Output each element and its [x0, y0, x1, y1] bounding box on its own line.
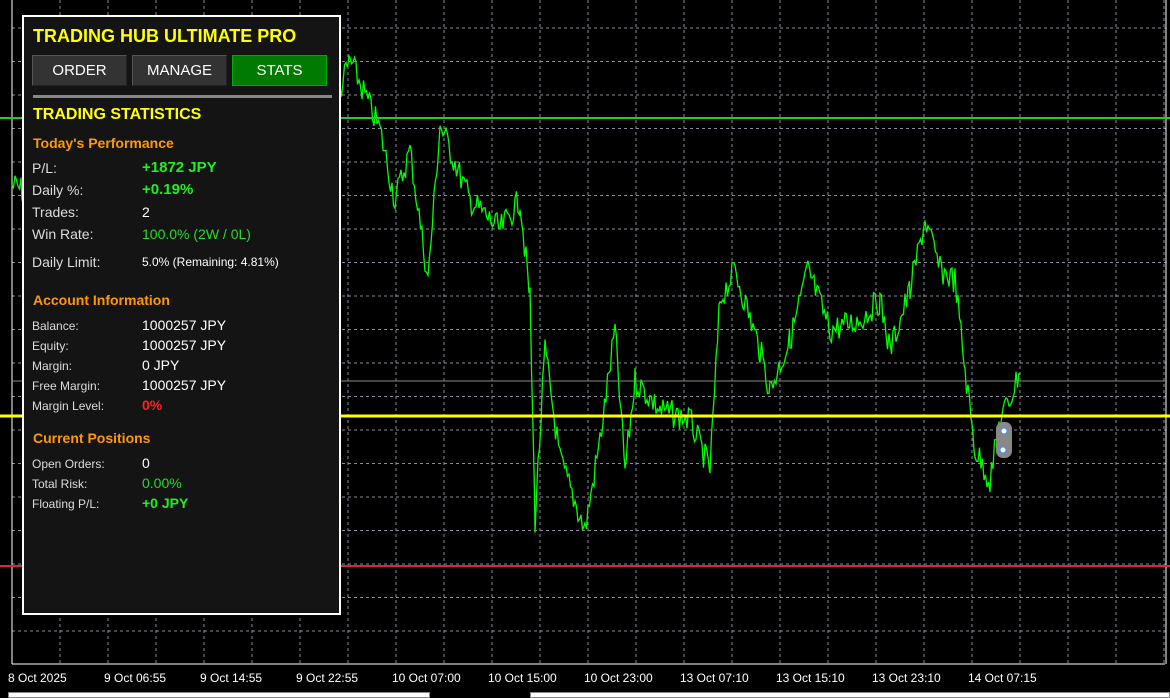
daily-limit-value: 5.0% (Remaining: 4.81%) — [142, 255, 279, 269]
time-axis-label: 9 Oct 22:55 — [296, 671, 359, 685]
daily-limit-label: Daily Limit: — [32, 254, 101, 270]
total-risk-label: Total Risk: — [32, 477, 88, 491]
trading-hub-panel: TRADING HUB ULTIMATE PRO ORDER MANAGE ST… — [22, 15, 341, 615]
win-rate-label: Win Rate: — [32, 226, 94, 242]
trade-marker-icon — [996, 422, 1012, 458]
margin-level-value: 0% — [142, 397, 163, 413]
tab-order[interactable]: ORDER — [32, 55, 127, 86]
time-axis-label: 10 Oct 07:00 — [392, 671, 461, 685]
pl-label: P/L: — [32, 160, 57, 176]
today-performance-header: Today's Performance — [33, 135, 174, 151]
current-positions-header: Current Positions — [33, 430, 151, 446]
daily-pct-label: Daily %: — [32, 182, 84, 198]
free-margin-value: 1000257 JPY — [142, 377, 227, 393]
time-axis-label: 13 Oct 07:10 — [680, 671, 749, 685]
time-axis-label: 9 Oct 14:55 — [200, 671, 263, 685]
time-axis-label: 13 Oct 15:10 — [776, 671, 845, 685]
time-axis-label: 14 Oct 07:15 — [968, 671, 1037, 685]
floating-pl-value: +0 JPY — [142, 495, 189, 511]
equity-label: Equity: — [32, 339, 69, 353]
time-axis-label: 10 Oct 15:00 — [488, 671, 557, 685]
open-orders-label: Open Orders: — [32, 457, 105, 471]
pl-value: +1872 JPY — [142, 159, 217, 176]
free-margin-label: Free Margin: — [32, 379, 101, 393]
balance-label: Balance: — [32, 319, 79, 333]
account-info-header: Account Information — [33, 292, 170, 308]
margin-label: Margin: — [32, 359, 73, 373]
margin-level-label: Margin Level: — [32, 399, 105, 413]
win-rate-value: 100.0% (2W / 0L) — [142, 226, 251, 242]
bottom-bar-left — [8, 692, 430, 698]
time-axis-label: 8 Oct 2025 — [8, 671, 67, 685]
total-risk-value: 0.00% — [142, 475, 182, 491]
panel-title: TRADING HUB ULTIMATE PRO — [33, 26, 297, 46]
time-axis-label: 10 Oct 23:00 — [584, 671, 653, 685]
balance-value: 1000257 JPY — [142, 317, 227, 333]
bottom-bar-right — [530, 692, 1170, 698]
trades-value: 2 — [142, 204, 150, 220]
tab-manage[interactable]: MANAGE — [132, 55, 227, 86]
tab-stats[interactable]: STATS — [232, 55, 327, 86]
time-axis-label: 9 Oct 06:55 — [104, 671, 167, 685]
floating-pl-label: Floating P/L: — [32, 497, 100, 511]
open-orders-value: 0 — [142, 455, 150, 471]
divider — [33, 95, 332, 98]
daily-pct-value: +0.19% — [142, 181, 194, 198]
equity-value: 1000257 JPY — [142, 337, 227, 353]
trades-label: Trades: — [32, 204, 79, 220]
section-title: TRADING STATISTICS — [33, 106, 202, 123]
time-axis-label: 13 Oct 23:10 — [872, 671, 941, 685]
margin-value: 0 JPY — [142, 357, 180, 373]
